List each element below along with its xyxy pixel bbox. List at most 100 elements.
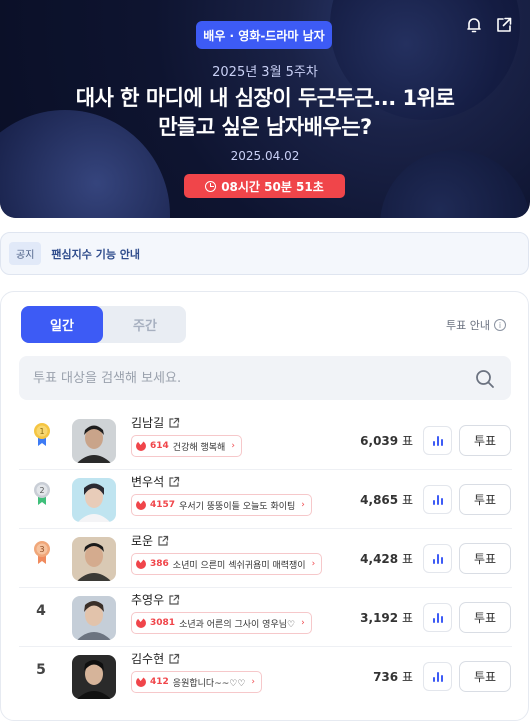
notice-text: 팬심지수 기능 안내 [51,247,141,261]
cheer-message[interactable]: 4157 우서기 뚱뚱이들 오늘도 화이팅 › [131,494,312,516]
external-link-icon[interactable] [168,476,180,488]
countdown-text: 08시간 50분 51초 [221,179,324,194]
external-link-icon[interactable] [168,417,180,429]
heart-icon [136,498,146,510]
cheer-count: 4157 [150,500,176,510]
category-badge: 배우 · 영화-드라마 남자 [196,21,332,49]
rank-number: 5 [36,662,46,678]
stats-chart-button[interactable] [423,426,452,455]
countdown-badge: 08시간 50분 51초 [184,174,345,198]
ranking-row: 1 김남길 614 건강해 행복해 › 6,039 표 투표 [1,412,530,470]
ranking-row: 5 김수현 412 응원합니다~~♡♡ › 736 표 투표 [1,648,530,706]
chevron-right-icon: › [231,441,235,451]
info-icon: i [494,319,506,331]
ranking-row: 3 로운 386 소년미 으른미 섹쉬귀욤미 매력쟁이 › 4,428 표 투표 [1,530,530,588]
search-box [19,356,511,400]
notice-bar[interactable]: 공지 팬심지수 기능 안내 [0,232,529,275]
clock-icon [205,180,217,192]
actor-name[interactable]: 변우석 [131,473,180,490]
search-icon[interactable] [475,369,495,389]
vote-count: 4,428 표 [360,552,413,566]
vote-guide-label: 투표 안내 [446,319,490,332]
tab-daily[interactable]: 일간 [21,306,103,343]
cheer-count: 3081 [150,618,176,628]
cheer-count: 412 [150,677,169,687]
cheer-text: 응원합니다~~♡♡ [172,678,246,689]
chevron-right-icon: › [301,618,305,628]
avatar[interactable] [72,537,116,581]
notice-tag: 공지 [9,242,42,265]
ranking-row: 2 변우석 4157 우서기 뚱뚱이들 오늘도 화이팅 › 4,865 표 투표 [1,471,530,529]
vote-count: 4,865 표 [360,493,413,507]
cheer-text: 건강해 행복해 [172,442,226,453]
actor-name[interactable]: 추영우 [131,591,180,608]
cheer-text: 소년미 으른미 섹쉬귀욤미 매력쟁이 [172,560,306,571]
chevron-right-icon: › [301,500,305,510]
avatar[interactable] [72,655,116,699]
cheer-message[interactable]: 412 응원합니다~~♡♡ › [131,671,263,693]
vote-button[interactable]: 투표 [459,602,511,633]
chevron-right-icon: › [311,559,316,569]
rank-number: 4 [36,603,46,619]
bell-icon[interactable] [463,14,485,36]
event-banner: 배우 · 영화-드라마 남자 2025년 3월 5주차 대사 한 마디에 내 심… [0,0,530,218]
divider [19,528,512,529]
gold-medal-icon: 1 [34,423,50,446]
stats-chart-button[interactable] [423,485,452,514]
cheer-text: 우서기 뚱뚱이들 오늘도 화이팅 [179,501,296,512]
heart-icon [136,616,146,628]
cheer-message[interactable]: 386 소년미 으른미 섹쉬귀욤미 매력쟁이 › [131,553,323,575]
heart-icon [136,675,146,687]
ranking-card: 일간 주간 투표 안내 i 1 김남길 614 건강해 행복해 [0,291,529,721]
silver-medal-icon: 2 [34,482,50,505]
vote-count: 3,192 표 [360,611,413,625]
heart-icon [136,439,146,451]
vote-button[interactable]: 투표 [459,484,511,515]
svg-text:1: 1 [39,427,44,436]
heart-icon [136,557,146,569]
vote-button[interactable]: 투표 [459,543,511,574]
avatar[interactable] [72,419,116,463]
avatar[interactable] [72,478,116,522]
actor-name[interactable]: 김수현 [131,650,180,667]
cheer-message[interactable]: 614 건강해 행복해 › [131,435,242,457]
page-title: 대사 한 마디에 내 심장이 두근두근... 1위로 만들고 싶은 남자배우는? [30,84,500,142]
cheer-count: 614 [150,441,169,451]
cheer-text: 소년과 어른의 그사이 영우님♡ [179,619,296,630]
divider [19,469,512,470]
avatar[interactable] [72,596,116,640]
divider [19,646,512,647]
stats-chart-button[interactable] [423,544,452,573]
actor-name-text: 로운 [131,534,154,548]
vote-count: 6,039 표 [360,434,413,448]
cheer-count: 386 [150,559,169,569]
share-icon[interactable] [493,14,515,36]
search-input[interactable] [33,370,453,386]
stats-chart-button[interactable] [423,603,452,632]
divider [19,587,512,588]
tab-weekly[interactable]: 주간 [104,306,186,343]
stats-chart-button[interactable] [423,662,452,691]
vote-button[interactable]: 투표 [459,661,511,692]
vote-count: 736 표 [373,670,413,684]
actor-name-text: 김수현 [131,652,165,666]
ranking-row: 4 추영우 3081 소년과 어른의 그사이 영우님♡ › 3,192 표 투표 [1,589,530,647]
cheer-message[interactable]: 3081 소년과 어른의 그사이 영우님♡ › [131,612,312,634]
actor-name[interactable]: 김남길 [131,414,180,431]
external-link-icon[interactable] [168,594,180,606]
vote-guide-link[interactable]: 투표 안내 i [446,317,506,333]
vote-button[interactable]: 투표 [459,425,511,456]
chevron-right-icon: › [251,677,256,687]
svg-text:2: 2 [39,486,44,495]
external-link-icon[interactable] [168,653,180,665]
vote-date: 2025.04.02 [230,149,300,163]
actor-name[interactable]: 로운 [131,532,169,549]
week-label: 2025년 3월 5주차 [212,65,318,80]
actor-name-text: 김남길 [131,416,165,430]
bronze-medal-icon: 3 [34,541,50,564]
actor-name-text: 추영우 [131,593,165,607]
period-tabs: 일간 주간 [21,306,186,343]
actor-name-text: 변우석 [131,475,165,489]
title-line-2: 만들고 싶은 남자배우는? [158,115,372,139]
external-link-icon[interactable] [157,535,169,547]
